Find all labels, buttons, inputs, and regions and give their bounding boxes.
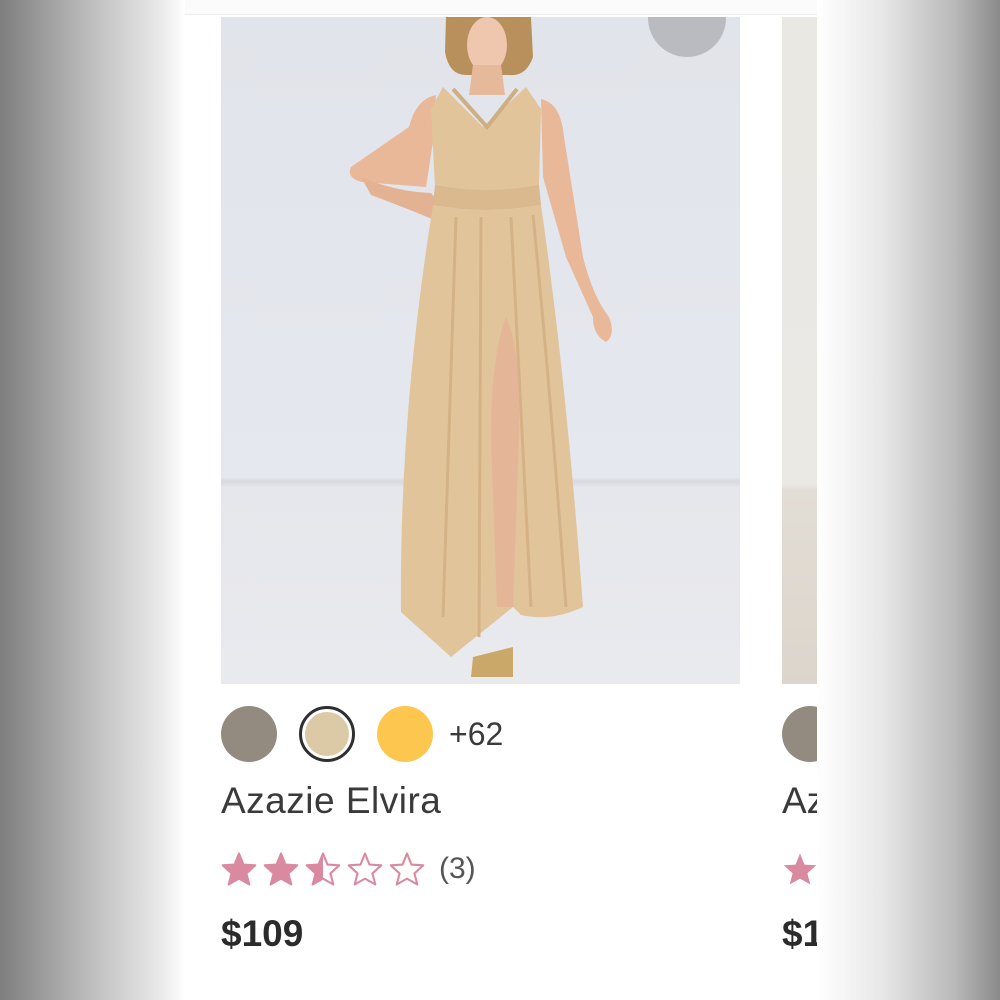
next-color-swatch[interactable] <box>782 706 817 762</box>
product-image[interactable] <box>221 17 740 684</box>
star-empty-icon <box>389 852 425 886</box>
dress-model-photo <box>349 17 612 677</box>
star-empty-icon <box>347 852 383 886</box>
background-right <box>817 0 1000 1000</box>
star-icon <box>783 853 817 885</box>
color-swatches: +62 <box>221 706 503 762</box>
product-name[interactable]: Azazie Elvira <box>221 780 441 822</box>
review-count[interactable]: (3) <box>439 852 476 886</box>
next-product-name[interactable]: Az <box>782 780 817 822</box>
color-swatch-selected[interactable] <box>299 706 355 762</box>
color-swatch[interactable] <box>377 706 433 762</box>
product-card[interactable] <box>221 17 740 684</box>
color-swatch[interactable] <box>221 706 277 762</box>
star-full-icon <box>263 852 299 886</box>
next-product-card[interactable]: Az $1 <box>782 17 817 1000</box>
next-product-image[interactable] <box>782 17 817 684</box>
star-full-icon <box>221 852 257 886</box>
product-price: $109 <box>221 913 304 954</box>
more-colors-link[interactable]: +62 <box>449 716 503 753</box>
star-rating: (3) <box>221 852 476 886</box>
phone-screen: +62 Azazie Elvira (3) $109 Az $1 <box>185 0 817 1000</box>
top-bar <box>185 0 817 15</box>
star-half-icon <box>305 852 341 886</box>
next-product-price: $1 <box>782 913 817 954</box>
